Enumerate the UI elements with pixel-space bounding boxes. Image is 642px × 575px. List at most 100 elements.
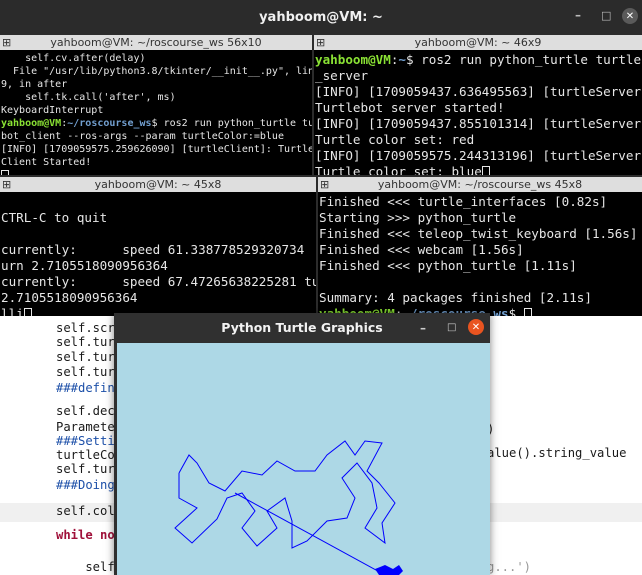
terminal-line: File "/usr/lib/python3.8/tkinter/__init_… — [1, 65, 312, 78]
code-line: Paramete — [56, 420, 115, 434]
code-line: self.tur — [56, 462, 115, 476]
turtle-heading-line — [234, 492, 386, 575]
pane-titlebar[interactable]: ⊞ yahboom@VM: ~ 45x8 — [0, 177, 316, 192]
code-line: self.tur — [56, 350, 115, 364]
code-line: self.col — [56, 504, 115, 518]
pane-titlebar[interactable]: ⊞ yahboom@VM: ~/roscourse_ws 45x8 — [318, 177, 642, 192]
terminal-grid-icon[interactable]: ⊞ — [2, 36, 11, 49]
terminal-text: File "/usr/lib/python3.8/tkinter/__init_… — [1, 66, 312, 77]
terminal-line: [INFO] [1709059437.636495563] [turtleSer… — [315, 84, 642, 100]
terminal-text: [INFO] [1709059575.259626090] [turtleCli… — [1, 144, 312, 155]
terminal-text: ~ — [398, 52, 407, 67]
terminal-pane-top-left[interactable]: ⊞ yahboom@VM: ~/roscourse_ws 56x10 self.… — [0, 35, 312, 175]
terminal-line: yahboom@VM:~/roscourse_ws$ ros2 run pyth… — [1, 117, 312, 130]
terminal-text: Starting >>> python_turtle — [319, 210, 517, 225]
terminal-text: [INFO] [1709059437.855101314] [turtleSer… — [315, 116, 642, 131]
close-icon[interactable]: ✕ — [622, 8, 638, 24]
code-line: self.scre — [56, 321, 123, 335]
terminal-pane-top-right[interactable]: ⊞ yahboom@VM: ~ 46x9 yahboom@VM:~$ ros2 … — [314, 35, 642, 175]
pane-title: yahboom@VM: ~/roscourse_ws 45x8 — [377, 178, 583, 191]
terminal-line: bot_client --ros-args --param turtleColo… — [1, 130, 312, 143]
terminal-line: [INFO] [1709059575.259626090] [turtleCli… — [1, 143, 312, 156]
code-line: self — [56, 560, 115, 574]
terminal-text: [INFO] [1709059437.636495563] [turtleSer… — [315, 84, 642, 99]
terminal-text: self.tk.call('after', ms) — [1, 92, 176, 103]
terminal-line: currently: speed 67.47265638225281 turn — [1, 274, 316, 290]
terminal-text: bot_client --ros-args --param turtleColo… — [1, 131, 284, 142]
terminal-text: Finished <<< teleop_twist_keyboard [1.56… — [319, 226, 638, 241]
close-icon[interactable]: ✕ — [468, 319, 484, 335]
terminal-line: Summary: 4 packages finished [2.11s] — [319, 290, 642, 306]
terminal-grid-icon[interactable]: ⊞ — [316, 36, 325, 49]
terminal-line: [INFO] [1709059437.855101314] [turtleSer… — [315, 116, 642, 132]
code-line: self.dec — [56, 404, 115, 418]
terminal-pane-bottom-left[interactable]: ⊞ yahboom@VM: ~ 45x8 CTRL-C to quit curr… — [0, 177, 316, 316]
terminal-text: Turtle color set: red — [315, 132, 475, 147]
maximize-icon[interactable]: □ — [447, 322, 456, 333]
terminal-line: Turtlebot server started! — [315, 100, 642, 116]
terminal-text: currently: speed 61.338778529320734 t — [1, 242, 316, 257]
terminal-text: yahboom@VM — [315, 52, 391, 67]
terminal-line: Client Started! — [1, 156, 312, 169]
terminal-text: KeyboardInterrupt — [1, 105, 104, 116]
code-line: while not — [56, 528, 123, 542]
terminal-line: Turtle color set: blue — [315, 164, 642, 175]
code-line-fragment: alue().string_value — [487, 446, 627, 460]
pane-title: yahboom@VM: ~/roscourse_ws 56x10 — [50, 36, 262, 49]
terminal-line: Turtle color set: red — [315, 132, 642, 148]
code-line: self.tur — [56, 335, 115, 349]
terminal-line: self.tk.call('after', ms) — [1, 91, 312, 104]
turtle-window-title: Python Turtle Graphics — [221, 320, 383, 335]
terminal-output: Finished <<< turtle_interfaces [0.82s] St… — [319, 194, 642, 316]
terminal-cursor — [23, 307, 32, 316]
maximize-icon[interactable]: □ — [601, 9, 611, 22]
terminal-text: Finished <<< webcam [1.56s] — [319, 242, 524, 257]
terminal-text: Finished <<< python_turtle [1.11s] — [319, 258, 577, 273]
terminal-title: yahboom@VM: ~ — [259, 9, 383, 25]
terminal-text: $ ros2 run python_turtle turtlebot — [406, 52, 642, 67]
terminal-pane-bottom-right[interactable]: ⊞ yahboom@VM: ~/roscourse_ws 45x8 Finish… — [318, 177, 642, 316]
terminal-line: CTRL-C to quit — [1, 210, 316, 226]
code-line: turtleCo — [56, 448, 115, 462]
terminal-line: Finished <<< python_turtle [1.11s] — [319, 258, 642, 274]
terminal-line: Starting >>> python_turtle — [319, 210, 642, 226]
terminal-window: yahboom@VM: ~ – □ ✕ ⊞ yahboom@VM: ~/rosc… — [0, 0, 642, 316]
terminal-cursor — [1, 169, 9, 175]
terminal-line: [INFO] [1709059575.244313196] [turtleSer… — [315, 148, 642, 164]
terminal-grid-icon[interactable]: ⊞ — [320, 178, 329, 191]
terminal-titlebar[interactable]: yahboom@VM: ~ – □ ✕ — [0, 0, 642, 34]
pane-title: yahboom@VM: ~ 45x8 — [94, 178, 222, 191]
terminal-text: $ — [508, 306, 524, 316]
turtle-graphics-window: Python Turtle Graphics – □ ✕ — [114, 313, 490, 575]
terminal-text: Client Started! — [1, 157, 92, 168]
terminal-text: urn 2.7105518090956364 — [1, 258, 168, 273]
terminal-cursor — [481, 165, 490, 175]
pane-titlebar[interactable]: ⊞ yahboom@VM: ~/roscourse_ws 56x10 — [0, 35, 312, 50]
terminal-output: CTRL-C to quit currently: speed 61.33877… — [1, 194, 316, 316]
minimize-icon[interactable]: – — [420, 321, 426, 335]
turtle-canvas[interactable] — [117, 343, 490, 575]
terminal-text: self.cv.after(delay) — [1, 53, 146, 64]
code-line: self.tur — [56, 365, 115, 379]
terminal-text: ~/roscourse_ws — [67, 118, 152, 129]
terminal-line: currently: speed 61.338778529320734 t — [1, 242, 316, 258]
terminal-text: yahboom@VM — [1, 118, 62, 129]
pane-titlebar[interactable]: ⊞ yahboom@VM: ~ 46x9 — [314, 35, 642, 50]
terminal-text: lli — [1, 306, 24, 316]
turtle-shape — [375, 565, 403, 575]
terminal-text: Turtle color set: blue — [315, 164, 482, 175]
terminal-text: CTRL-C to quit — [1, 210, 108, 225]
terminal-text: 9, in after — [1, 79, 68, 90]
minimize-icon[interactable]: – — [575, 8, 581, 22]
terminal-line: Finished <<< teleop_twist_keyboard [1.56… — [319, 226, 642, 242]
terminal-line: Finished <<< webcam [1.56s] — [319, 242, 642, 258]
turtle-titlebar[interactable]: Python Turtle Graphics – □ ✕ — [114, 313, 490, 342]
terminal-line: self.cv.after(delay) — [1, 52, 312, 65]
terminal-text: Turtlebot server started! — [315, 100, 505, 115]
terminal-grid-icon[interactable]: ⊞ — [2, 178, 11, 191]
terminal-text: Summary: 4 packages finished [2.11s] — [319, 290, 592, 305]
code-line: ###defini — [56, 381, 123, 395]
